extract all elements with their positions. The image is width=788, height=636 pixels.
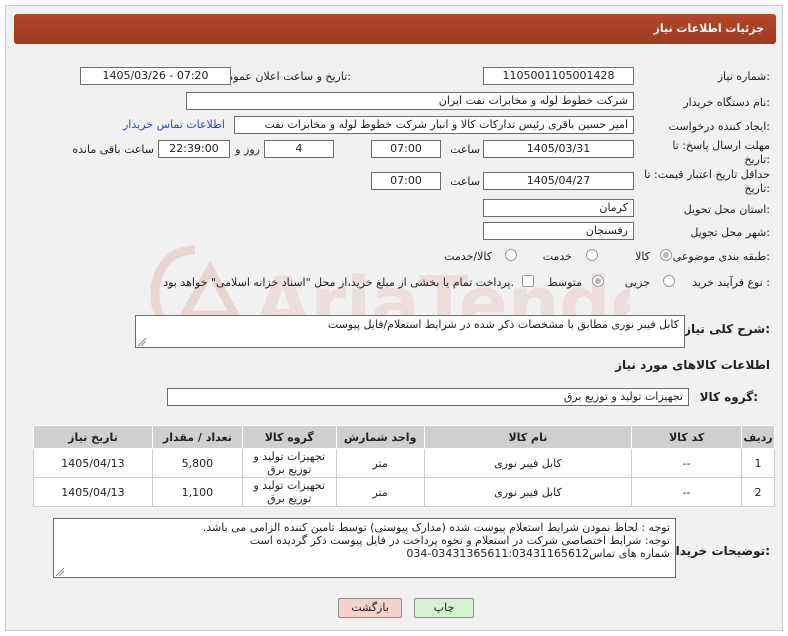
delivery-province-field: کرمان [483,199,634,217]
reply-deadline-time: 07:00 [371,140,441,158]
general-description-text: کابل فیبر نوری مطابق با مشخصات ذکر شده د… [327,318,679,331]
buyer-notes-field: توجه : لحاظ نمودن شرایط استعلام پیوست شد… [53,518,676,578]
buyer-notes-label: توضیحات خریدار: [668,544,770,558]
cell-item-code: -- [631,477,743,507]
process-option-medium: متوسط [547,276,582,289]
requester-field: امیر حسین باقری رئیس تدارکات کالا و انبا… [234,116,634,134]
requester-label: ایجاد کننده درخواست: [668,120,770,133]
cell-unit: متر [335,477,425,507]
goods-table: ردیف کد کالا نام کالا واحد شمارش گروه کا… [33,425,775,507]
price-validity-time: 07:00 [371,172,441,190]
buyer-note-line: توجه: شرایط اختصاصی شرکت در استعلام و نح… [249,534,670,547]
announce-datetime-label: تاریخ و ساعت اعلان عمومی: [218,70,351,83]
buyer-note-line: شماره های تماس03431365611:03431165612-03… [406,547,670,560]
page-title-bar: جزئیات اطلاعات نیاز [14,14,776,44]
cell-quantity: 1,100 [151,477,243,507]
table-header-row: ردیف کد کالا نام کالا واحد شمارش گروه کا… [33,425,775,449]
category-option-service: خدمت [542,250,572,263]
category-option-goods-service: کالا/خدمت [444,250,492,263]
col-header-item-name: نام کالا [423,425,633,449]
category-label: طبقه بندی موضوعی: [672,250,770,263]
delivery-province-label: استان محل تحویل: [683,203,770,216]
cell-unit: متر [335,448,425,478]
process-radio-minor[interactable] [663,275,675,287]
category-option-goods: کالا [635,250,650,263]
need-number-field: 1105001105001428 [483,67,634,85]
process-radio-medium[interactable] [592,275,604,287]
category-radio-goods-service[interactable] [505,249,517,261]
cell-item-group: تجهیزات تولید و توزیع برق [241,477,337,507]
cell-item-group: تجهیزات تولید و توزیع برق [241,448,337,478]
reply-deadline-date: 1405/03/31 [483,140,634,158]
remaining-time-label: ساعت باقی مانده [72,143,154,156]
reply-deadline-label: مهلت ارسال پاسخ: تا تاریخ: [672,139,770,166]
back-button[interactable]: بازگشت [338,598,402,618]
print-button[interactable]: چاپ [414,598,474,618]
col-header-item-code: کد کالا [631,425,743,449]
delivery-city-label: شهر محل تحویل: [690,226,770,239]
col-header-quantity: تعداد / مقدار [151,425,243,449]
delivery-city-field: رفسنجان [483,222,634,240]
category-radio-service[interactable] [586,249,598,261]
need-number-label: شماره نیاز: [717,70,770,83]
cell-need-date: 1405/04/13 [33,477,153,507]
cell-need-date: 1405/04/13 [33,448,153,478]
col-header-row-number: ردیف [741,425,775,449]
cell-row-number: 2 [741,477,775,507]
price-validity-time-label: ساعت [450,175,480,188]
col-header-item-group: گروه کالا [241,425,337,449]
table-row: 1 -- کابل فیبر نوری متر تجهیزات تولید و … [33,448,775,478]
buyer-note-line: توجه : لحاظ نمودن شرایط استعلام پیوست شد… [202,521,670,534]
announce-datetime-field: 1405/03/26 - 07:20 [80,67,231,85]
resize-grip-icon[interactable] [138,338,146,346]
general-description-label: شرح کلی نیاز: [684,322,770,336]
cell-quantity: 5,800 [151,448,243,478]
buyer-org-label: نام دستگاه خریدار: [683,96,770,109]
general-description-field: کابل فیبر نوری مطابق با مشخصات ذکر شده د… [135,315,685,348]
buyer-contact-link[interactable]: اطلاعات تماس خریدار [123,118,225,131]
remaining-days: 4 [264,140,334,158]
resize-grip-icon[interactable] [56,568,64,576]
cell-item-name: کابل فیبر نوری [423,448,633,478]
col-header-need-date: تاریخ نیاز [33,425,153,449]
remaining-time: 22:39:00 [158,140,230,158]
col-header-unit: واحد شمارش [335,425,425,449]
price-validity-label: حداقل تاریخ اعتبار قیمت: تا تاریخ: [644,168,770,195]
page-title: جزئیات اطلاعات نیاز [653,22,765,35]
goods-group-field: تجهیزات تولید و توزیع برق [167,388,689,406]
cell-row-number: 1 [741,448,775,478]
cell-item-code: -- [631,448,743,478]
table-row: 2 -- کابل فیبر نوری متر تجهیزات تولید و … [33,477,775,507]
cell-item-name: کابل فیبر نوری [423,477,633,507]
treasury-payment-checkbox[interactable] [522,275,534,287]
goods-section-title: اطلاعات کالاهای مورد نیاز [615,358,770,372]
reply-deadline-time-label: ساعت [450,143,480,156]
treasury-payment-note: پرداخت تمام یا بخشی از مبلغ خرید،از محل … [163,276,514,289]
category-radio-goods[interactable] [660,249,672,261]
remaining-days-label: روز و [235,143,260,156]
process-option-minor: جزیی [624,276,650,289]
buyer-org-field: شرکت خطوط لوله و مخابرات نفت ایران [186,92,634,110]
goods-group-label: گروه کالا: [699,390,758,404]
price-validity-date: 1405/04/27 [483,172,634,190]
purchase-process-label: نوع فرآیند خرید : [692,276,770,289]
